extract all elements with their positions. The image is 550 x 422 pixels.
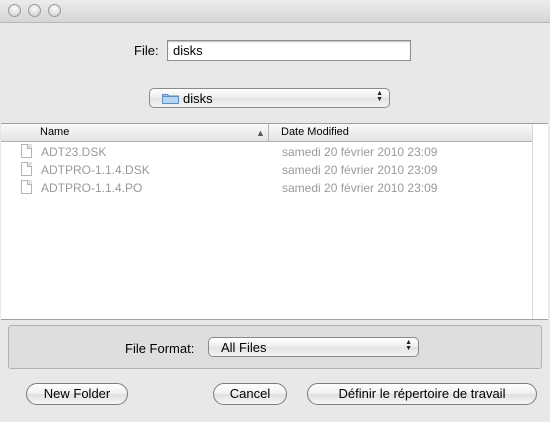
file-date: samedi 20 février 2010 23:09: [282, 145, 438, 159]
set-working-directory-button[interactable]: Définir le répertoire de travail: [307, 383, 537, 405]
file-date: samedi 20 février 2010 23:09: [282, 163, 438, 177]
folder-icon: [162, 94, 179, 104]
location-popup[interactable]: disks ▲ ▼: [149, 88, 390, 108]
document-icon: [21, 162, 32, 176]
column-header-name[interactable]: Name: [40, 126, 69, 138]
popup-arrows-icon: ▲ ▼: [376, 90, 383, 103]
column-divider[interactable]: [268, 124, 269, 141]
file-name: ADTPRO-1.1.4.DSK: [41, 163, 150, 177]
vertical-scrollbar[interactable]: [532, 124, 548, 319]
file-row[interactable]: ADTPRO-1.1.4.PO samedi 20 février 2010 2…: [1, 179, 533, 197]
file-format-value: All Files: [221, 340, 267, 355]
file-date: samedi 20 février 2010 23:09: [282, 181, 438, 195]
zoom-window-button[interactable]: [48, 4, 61, 17]
file-label: File:: [134, 43, 159, 58]
close-window-button[interactable]: [8, 4, 21, 17]
file-name: ADTPRO-1.1.4.PO: [41, 181, 143, 195]
file-name-input[interactable]: [167, 40, 411, 61]
file-row[interactable]: ADTPRO-1.1.4.DSK samedi 20 février 2010 …: [1, 161, 533, 179]
document-icon: [21, 180, 32, 194]
file-format-label: File Format:: [125, 341, 195, 356]
minimize-window-button[interactable]: [28, 4, 41, 17]
popup-arrows-icon: ▲ ▼: [405, 339, 412, 352]
file-row[interactable]: ADT23.DSK samedi 20 février 2010 23:09: [1, 143, 533, 161]
sort-ascending-icon: ▲: [256, 128, 265, 138]
file-format-popup[interactable]: All Files ▲ ▼: [208, 337, 419, 357]
column-header: Name ▲ Date Modified: [1, 124, 533, 142]
title-bar: [0, 0, 550, 23]
file-name: ADT23.DSK: [41, 145, 107, 159]
cancel-button[interactable]: Cancel: [213, 383, 287, 405]
document-icon: [21, 144, 32, 158]
location-popup-label: disks: [183, 91, 213, 106]
column-header-date-modified[interactable]: Date Modified: [281, 126, 349, 138]
new-folder-button[interactable]: New Folder: [26, 383, 128, 405]
file-browser[interactable]: Name ▲ Date Modified ADT23.DSK samedi 20…: [1, 123, 548, 320]
